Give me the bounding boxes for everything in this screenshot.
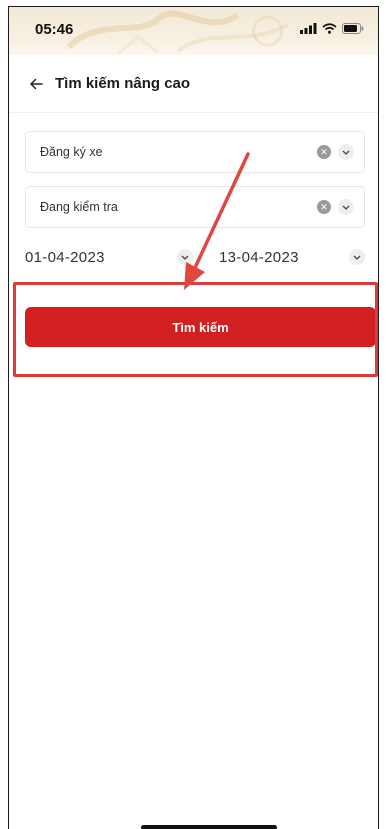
arrow-left-icon [30, 78, 43, 89]
status-time: 05:46 [35, 21, 74, 38]
back-button[interactable] [25, 73, 47, 95]
battery-icon [342, 23, 364, 34]
app-header: Tìm kiếm nâng cao [9, 55, 378, 113]
status-select[interactable]: Đang kiểm tra ✕ [25, 186, 365, 228]
to-date-value: 13-04-2023 [219, 248, 299, 266]
to-date-picker[interactable]: 13-04-2023 [219, 237, 299, 277]
chevron-down-icon[interactable] [349, 249, 365, 265]
registration-type-select[interactable]: Đăng ký xe ✕ [25, 131, 365, 173]
chevron-down-icon[interactable] [338, 144, 354, 160]
chevron-down-icon[interactable] [177, 249, 193, 265]
search-button[interactable]: Tìm kiếm [25, 307, 376, 347]
status-bar: 05:46 [9, 7, 378, 55]
chevron-down-icon[interactable] [338, 199, 354, 215]
phone-screen: 05:46 Tìm kiếm nâng cao Đăng ký xe ✕ Đan… [8, 6, 379, 829]
date-range: 01-04-2023 13-04-2023 [25, 237, 365, 277]
signal-icon [300, 23, 317, 34]
status-value: Đang kiểm tra [40, 200, 118, 214]
status-icons [300, 23, 364, 34]
clear-icon[interactable]: ✕ [317, 145, 331, 159]
page-title: Tìm kiếm nâng cao [55, 75, 191, 92]
clear-icon[interactable]: ✕ [317, 200, 331, 214]
from-date-picker[interactable]: 01-04-2023 [25, 237, 105, 277]
wifi-icon [322, 23, 337, 34]
search-form: Đăng ký xe ✕ Đang kiểm tra ✕ 01-04-2023 … [9, 113, 378, 813]
registration-type-value: Đăng ký xe [40, 145, 103, 159]
home-indicator[interactable] [141, 825, 277, 829]
from-date-value: 01-04-2023 [25, 248, 105, 266]
